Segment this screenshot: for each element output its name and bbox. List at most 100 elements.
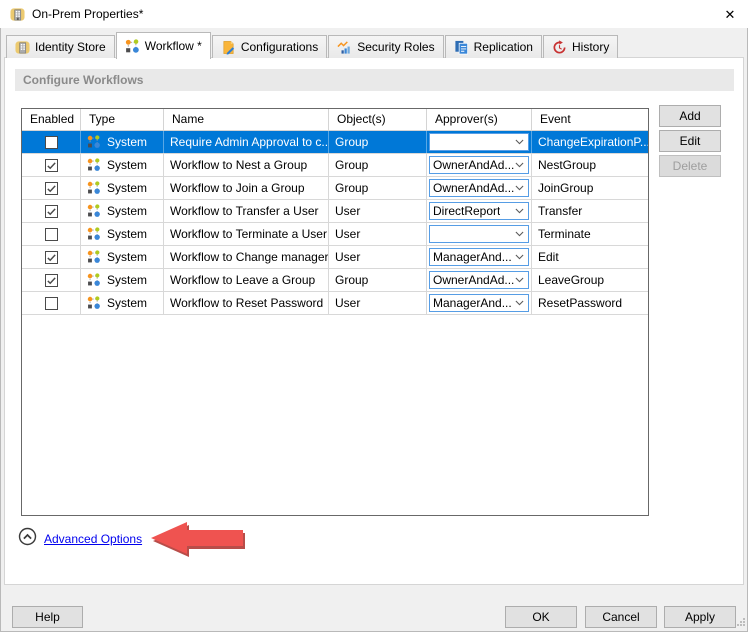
approver-cell: OwnerAndAd... xyxy=(427,154,532,176)
approver-dropdown[interactable]: OwnerAndAd... xyxy=(429,271,529,289)
approver-cell: OwnerAndAd... xyxy=(427,269,532,291)
enabled-checkbox[interactable] xyxy=(44,296,58,310)
approver-cell xyxy=(427,223,532,245)
enabled-checkbox[interactable] xyxy=(44,158,58,172)
apply-button[interactable]: Apply xyxy=(664,606,736,628)
ok-button[interactable]: OK xyxy=(505,606,577,628)
tab-configurations[interactable]: Configurations xyxy=(211,35,328,58)
copy-pages-icon xyxy=(454,40,469,55)
table-action-buttons: Add Edit Delete xyxy=(659,105,721,177)
workflow-row[interactable]: System Workflow to Reset Password User M… xyxy=(22,292,648,315)
workflow-row[interactable]: System Workflow to Change manager User M… xyxy=(22,246,648,269)
tab-replication[interactable]: Replication xyxy=(444,35,542,58)
event-cell: LeaveGroup xyxy=(532,269,648,291)
workflow-row[interactable]: System Require Admin Approval to c... Gr… xyxy=(22,131,648,154)
workflow-type-icon xyxy=(87,250,101,264)
object-type: Group xyxy=(335,135,369,149)
check-icon xyxy=(46,184,56,192)
collapse-chevron-icon[interactable] xyxy=(18,527,37,546)
workflow-row[interactable]: System Workflow to Join a Group Group Ow… xyxy=(22,177,648,200)
enabled-cell xyxy=(22,200,81,222)
workflows-table: Enabled Type Name Object(s) Approver(s) … xyxy=(21,108,649,516)
tab-security-roles[interactable]: Security Roles xyxy=(328,35,444,58)
enabled-checkbox[interactable] xyxy=(44,250,58,264)
type-label: System xyxy=(107,204,148,218)
workflow-type-icon xyxy=(87,296,101,310)
approver-dropdown[interactable]: OwnerAndAd... xyxy=(429,156,529,174)
close-icon[interactable]: ✕ xyxy=(721,6,739,23)
event-name: ResetPassword xyxy=(538,296,623,310)
workflow-row[interactable]: System Workflow to Nest a Group Group Ow… xyxy=(22,154,648,177)
tab-strip: Identity Store Workflow * Configurations xyxy=(6,31,619,59)
building-icon xyxy=(10,7,25,22)
table-body: System Require Admin Approval to c... Gr… xyxy=(22,131,648,315)
approver-dropdown[interactable] xyxy=(429,133,529,151)
help-button[interactable]: Help xyxy=(12,606,83,628)
resize-grip[interactable] xyxy=(736,616,746,630)
chevron-down-icon xyxy=(515,300,524,306)
approver-dropdown[interactable]: ManagerAnd... xyxy=(429,248,529,266)
advanced-options-link[interactable]: Advanced Options xyxy=(44,532,142,546)
check-icon xyxy=(46,276,56,284)
approver-cell: DirectReport xyxy=(427,200,532,222)
approver-dropdown[interactable] xyxy=(429,225,529,243)
section-header: Configure Workflows xyxy=(15,69,734,91)
enabled-checkbox[interactable] xyxy=(44,227,58,241)
column-header-enabled[interactable]: Enabled xyxy=(22,109,81,130)
enabled-cell xyxy=(22,292,81,314)
column-header-type[interactable]: Type xyxy=(81,109,164,130)
object-cell: User xyxy=(329,223,427,245)
chevron-down-icon xyxy=(515,254,524,260)
workflow-type-icon xyxy=(87,181,101,195)
enabled-checkbox[interactable] xyxy=(44,204,58,218)
approver-cell: ManagerAnd... xyxy=(427,292,532,314)
object-type: Group xyxy=(335,181,369,195)
enabled-cell xyxy=(22,223,81,245)
tab-identity-store[interactable]: Identity Store xyxy=(6,35,115,58)
tab-history[interactable]: History xyxy=(542,35,619,58)
name-cell: Workflow to Leave a Group xyxy=(164,269,329,291)
workflow-row[interactable]: System Workflow to Terminate a User User… xyxy=(22,223,648,246)
section-title: Configure Workflows xyxy=(23,73,144,87)
name-cell: Workflow to Terminate a User xyxy=(164,223,329,245)
workflow-icon xyxy=(125,38,140,54)
title-bar: On-Prem Properties* xyxy=(0,0,748,28)
tab-workflow[interactable]: Workflow * xyxy=(115,32,211,59)
name-cell: Workflow to Nest a Group xyxy=(164,154,329,176)
column-header-name[interactable]: Name xyxy=(164,109,329,130)
column-header-object[interactable]: Object(s) xyxy=(329,109,427,130)
edit-button[interactable]: Edit xyxy=(659,130,721,152)
column-header-approver[interactable]: Approver(s) xyxy=(427,109,532,130)
approver-dropdown[interactable]: DirectReport xyxy=(429,202,529,220)
workflow-row[interactable]: System Workflow to Transfer a User User … xyxy=(22,200,648,223)
approver-cell: ManagerAnd... xyxy=(427,246,532,268)
object-type: Group xyxy=(335,158,369,172)
workflow-row[interactable]: System Workflow to Leave a Group Group O… xyxy=(22,269,648,292)
cancel-button[interactable]: Cancel xyxy=(585,606,657,628)
approver-dropdown[interactable]: ManagerAnd... xyxy=(429,294,529,312)
enabled-checkbox[interactable] xyxy=(44,135,58,149)
object-cell: Group xyxy=(329,131,427,153)
enabled-checkbox[interactable] xyxy=(44,181,58,195)
object-cell: User xyxy=(329,246,427,268)
approver-dropdown[interactable]: OwnerAndAd... xyxy=(429,179,529,197)
add-button[interactable]: Add xyxy=(659,105,721,127)
type-cell: System xyxy=(81,292,164,314)
object-cell: Group xyxy=(329,269,427,291)
type-cell: System xyxy=(81,223,164,245)
object-cell: User xyxy=(329,200,427,222)
enabled-cell xyxy=(22,269,81,291)
workflow-name: Workflow to Change manager xyxy=(170,250,329,264)
tab-label: History xyxy=(571,40,610,54)
approver-value: ManagerAnd... xyxy=(433,250,512,264)
column-header-event[interactable]: Event xyxy=(532,109,648,130)
check-icon xyxy=(46,161,56,169)
name-cell: Workflow to Join a Group xyxy=(164,177,329,199)
type-label: System xyxy=(107,181,148,195)
event-cell: ResetPassword xyxy=(532,292,648,314)
type-label: System xyxy=(107,273,148,287)
chevron-down-icon xyxy=(515,231,524,237)
enabled-checkbox[interactable] xyxy=(44,273,58,287)
type-cell: System xyxy=(81,154,164,176)
window-title: On-Prem Properties* xyxy=(32,7,144,21)
